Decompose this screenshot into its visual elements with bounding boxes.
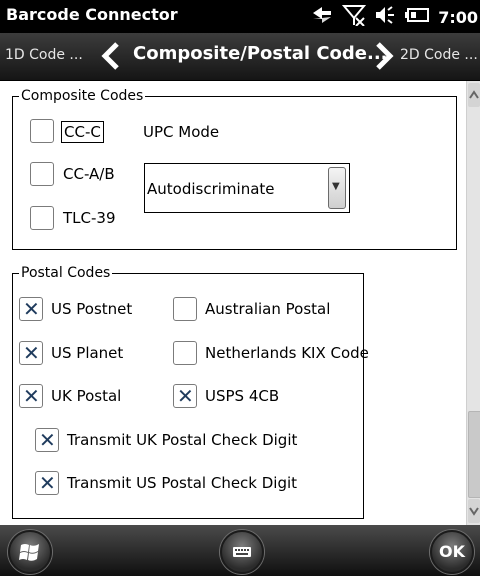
upc-mode-select[interactable]: Autodiscriminate ▼ bbox=[144, 163, 350, 213]
tlc-39-label[interactable]: TLC-39 bbox=[63, 209, 116, 227]
scroll-down-icon[interactable] bbox=[468, 499, 480, 523]
windows-start-icon bbox=[19, 544, 39, 561]
app-title: Barcode Connector bbox=[6, 5, 178, 24]
us-planet-label[interactable]: US Planet bbox=[51, 344, 123, 362]
signal-icon[interactable] bbox=[310, 5, 334, 29]
clock: 7:00 bbox=[438, 7, 478, 27]
nav-prev-page[interactable]: 1D Code ... bbox=[5, 47, 83, 63]
nav-next-page[interactable]: 2D Code ... bbox=[400, 47, 478, 63]
usps-4cb-checkbox[interactable] bbox=[173, 384, 197, 408]
transmit-uk-check-digit-label[interactable]: Transmit UK Postal Check Digit bbox=[67, 431, 297, 449]
status-bar: Barcode Connector 7:00 bbox=[0, 0, 480, 33]
postal-codes-legend: Postal Codes bbox=[19, 265, 113, 281]
us-postnet-checkbox[interactable] bbox=[19, 297, 43, 321]
keyboard-button[interactable] bbox=[220, 530, 264, 574]
scroll-up-icon[interactable] bbox=[468, 83, 480, 107]
cc-a-b-label[interactable]: CC-A/B bbox=[63, 165, 115, 183]
cc-a-b-checkbox[interactable] bbox=[30, 162, 54, 186]
uk-postal-checkbox[interactable] bbox=[19, 384, 43, 408]
start-button[interactable] bbox=[8, 530, 52, 574]
netherlands-kix-label[interactable]: Netherlands KIX Code bbox=[205, 344, 369, 362]
vertical-scrollbar[interactable] bbox=[466, 81, 480, 525]
settings-panel: Composite Codes CC-C UPC Mode CC-A/B TLC… bbox=[0, 81, 466, 525]
upc-mode-label: UPC Mode bbox=[143, 123, 220, 141]
scrollbar-thumb[interactable] bbox=[468, 411, 480, 498]
keyboard-icon bbox=[233, 547, 251, 557]
usps-4cb-label[interactable]: USPS 4CB bbox=[205, 387, 279, 405]
us-planet-checkbox[interactable] bbox=[19, 341, 43, 365]
dropdown-arrow-icon[interactable]: ▼ bbox=[328, 167, 346, 209]
cc-c-checkbox[interactable] bbox=[30, 119, 54, 143]
no-network-icon[interactable] bbox=[342, 4, 367, 30]
chevron-left-icon[interactable] bbox=[100, 41, 122, 71]
australian-postal-checkbox[interactable] bbox=[173, 297, 197, 321]
nav-current-page: Composite/Postal Code... bbox=[133, 43, 388, 64]
chevron-right-icon[interactable] bbox=[373, 41, 395, 71]
upc-mode-value: Autodiscriminate bbox=[147, 180, 275, 198]
transmit-uk-check-digit-checkbox[interactable] bbox=[35, 428, 59, 452]
tlc-39-checkbox[interactable] bbox=[30, 206, 54, 230]
uk-postal-label[interactable]: UK Postal bbox=[51, 387, 121, 405]
volume-icon[interactable] bbox=[374, 5, 396, 29]
bottom-command-bar: OK bbox=[0, 525, 480, 576]
battery-icon[interactable] bbox=[404, 7, 430, 27]
composite-codes-legend: Composite Codes bbox=[19, 88, 146, 104]
ok-label: OK bbox=[439, 542, 465, 561]
netherlands-kix-checkbox[interactable] bbox=[173, 341, 197, 365]
ok-button[interactable]: OK bbox=[430, 530, 474, 574]
cc-c-label[interactable]: CC-C bbox=[61, 121, 104, 143]
postal-codes-group: Postal Codes US Postnet Australian Posta… bbox=[12, 265, 369, 519]
page-nav-bar: 1D Code ... Composite/Postal Code... 2D … bbox=[0, 33, 480, 81]
us-postnet-label[interactable]: US Postnet bbox=[51, 300, 132, 318]
transmit-us-check-digit-label[interactable]: Transmit US Postal Check Digit bbox=[67, 474, 297, 492]
australian-postal-label[interactable]: Australian Postal bbox=[205, 300, 330, 318]
transmit-us-check-digit-checkbox[interactable] bbox=[35, 471, 59, 495]
